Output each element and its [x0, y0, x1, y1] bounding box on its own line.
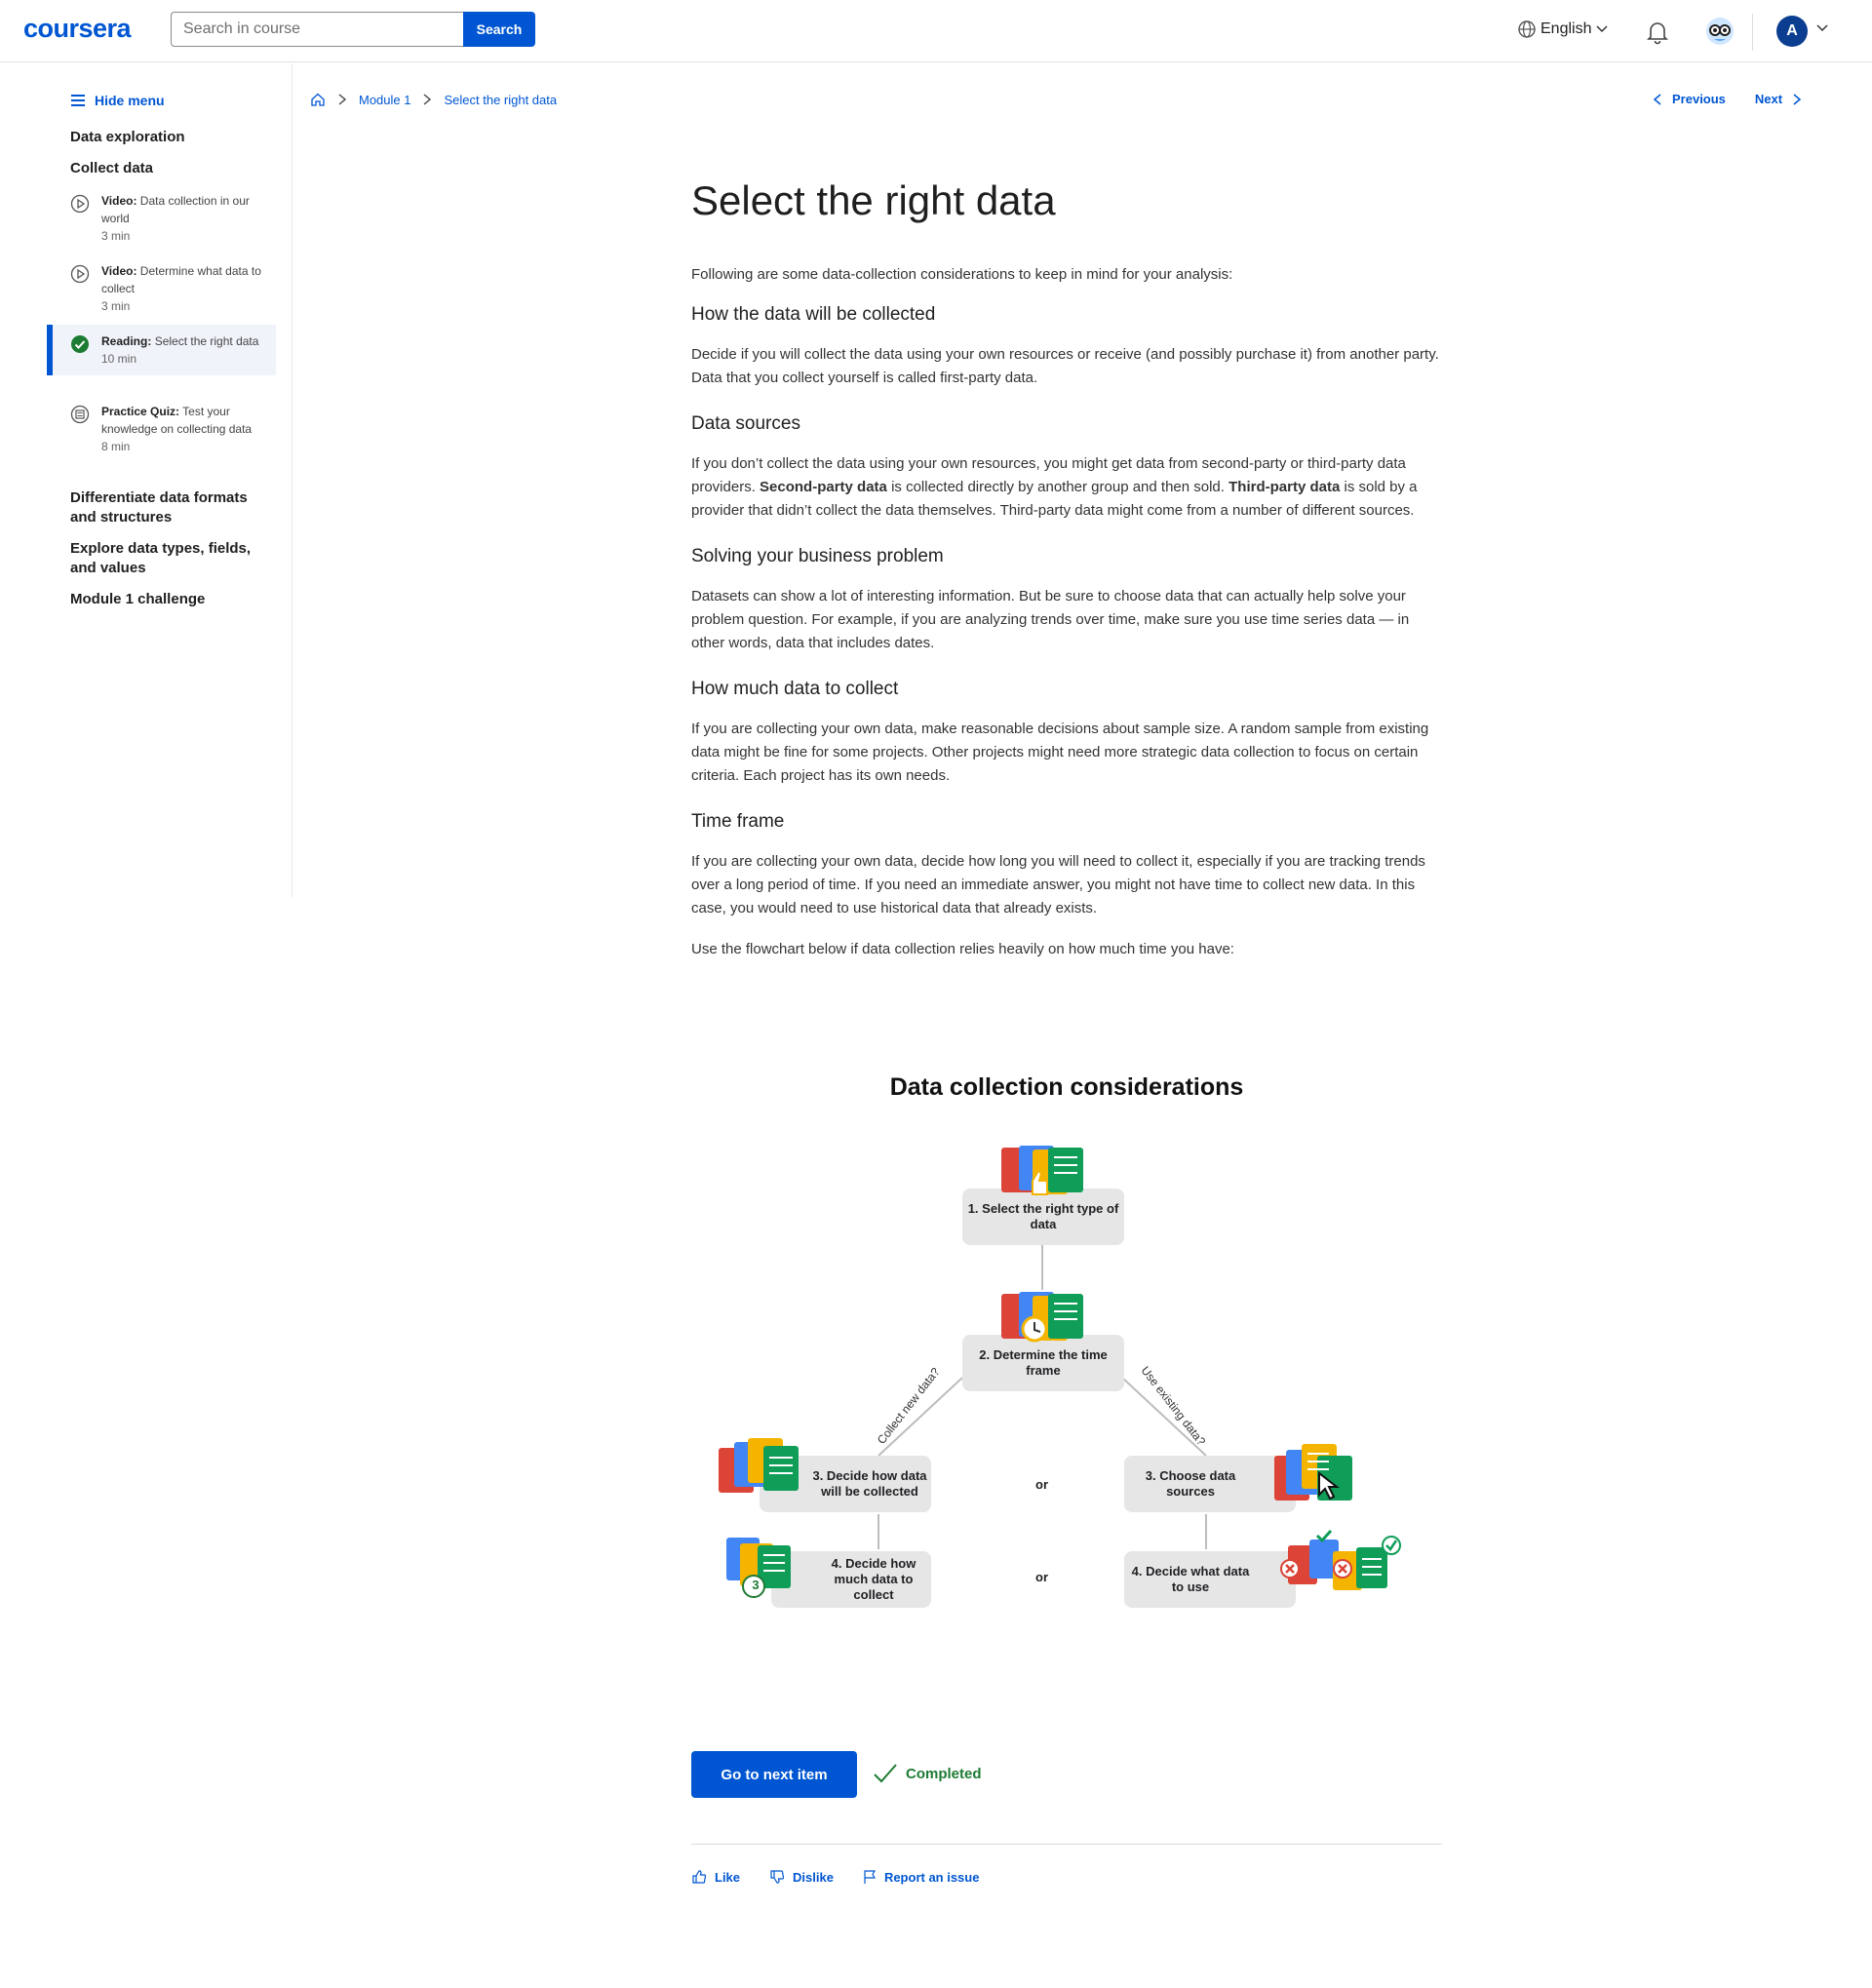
dislike-label: Dislike [793, 1869, 834, 1885]
sidebar-section-data-formats[interactable]: Differentiate data formats and structure… [70, 488, 265, 527]
bold-term: Third-party data [1228, 479, 1341, 495]
item-duration: 8 min [101, 440, 131, 453]
quiz-icon [70, 405, 90, 424]
sidebar-section-collect-data[interactable]: Collect data [70, 159, 265, 178]
item-title: Select the right data [154, 334, 259, 348]
or-label: or [1035, 1570, 1048, 1584]
item-type: Video: [101, 194, 137, 208]
sidebar-section-data-exploration[interactable]: Data exploration [70, 128, 265, 147]
sidebar-item-practice-quiz[interactable]: Practice Quiz: Test your knowledge on co… [47, 395, 276, 463]
item-duration: 3 min [101, 299, 131, 313]
report-issue-button[interactable]: Report an issue [863, 1869, 980, 1885]
divider [691, 1844, 1442, 1845]
sidebar-item-reading-select-data[interactable]: Reading: Select the right data 10 min [47, 325, 276, 375]
section-heading: Solving your business problem [691, 546, 944, 566]
step-choose-data-sources: 3. Choose data sources [1124, 1456, 1296, 1512]
chevron-right-icon [424, 94, 432, 105]
section-heading: Data sources [691, 413, 800, 434]
flag-icon [864, 1870, 876, 1884]
chevron-right-icon [338, 94, 347, 105]
documents-clock-icon [1001, 1292, 1083, 1343]
go-to-next-item-button[interactable]: Go to next item [691, 1751, 857, 1798]
chevron-left-icon [1653, 93, 1661, 105]
header-divider [1752, 14, 1753, 51]
count-badge: 3 [752, 1578, 760, 1592]
completed-label: Completed [906, 1765, 982, 1782]
breadcrumb: Module 1 Select the right data [310, 92, 557, 107]
or-label: or [1035, 1477, 1048, 1492]
user-avatar[interactable]: A [1776, 16, 1808, 47]
previous-label: Previous [1672, 92, 1726, 106]
next-label: Next [1754, 92, 1783, 106]
text-run: is collected directly by another group a… [886, 479, 1229, 495]
menu-icon [71, 95, 85, 106]
documents-cursor-icon [1274, 1444, 1352, 1501]
section-heading: How the data will be collected [691, 304, 936, 325]
top-navigation-bar: coursera Search English A [0, 0, 1872, 62]
section-paragraph: Decide if you will collect the data usin… [691, 346, 1439, 386]
flowchart-intro: Use the flowchart below if data collecti… [691, 941, 1234, 957]
language-label: English [1540, 20, 1592, 37]
hide-menu-button[interactable]: Hide menu [71, 93, 165, 108]
section-paragraph: If you are collecting your own data, mak… [691, 721, 1429, 784]
item-type: Reading: [101, 334, 152, 348]
item-type: Video: [101, 264, 137, 278]
feedback-actions: Like Dislike Report an issue [691, 1869, 979, 1885]
breadcrumb-module[interactable]: Module 1 [359, 93, 410, 107]
item-type: Practice Quiz: [101, 405, 180, 418]
item-duration: 3 min [101, 229, 131, 243]
thumbs-down-icon [770, 1870, 785, 1884]
sidebar-section-module-challenge[interactable]: Module 1 challenge [70, 590, 265, 609]
section-paragraph: If you are collecting your own data, dec… [691, 853, 1425, 916]
like-label: Like [715, 1869, 741, 1885]
section-paragraph: Datasets can show a lot of interesting i… [691, 588, 1410, 651]
thumbs-up-icon [692, 1870, 707, 1884]
home-icon[interactable] [310, 92, 326, 107]
section-heading: Time frame [691, 811, 785, 832]
reading-content: Select the right data Following are some… [691, 175, 1442, 979]
flowchart-diagram: Data collection considerations 1. Select… [691, 1068, 1442, 1623]
documents-count-icon [726, 1538, 791, 1598]
search-input[interactable] [171, 12, 463, 47]
sidebar-section-data-types[interactable]: Explore data types, fields, and values [70, 539, 265, 578]
globe-icon [1518, 20, 1536, 38]
language-selector[interactable]: English [1517, 19, 1609, 39]
section-heading: How much data to collect [691, 679, 899, 699]
page-title: Select the right data [691, 177, 1056, 223]
notifications-bell-icon[interactable] [1646, 19, 1669, 45]
item-duration: 10 min [101, 352, 137, 366]
coach-assistant-icon[interactable] [1704, 16, 1736, 47]
item-navigation: Previous Next [1653, 92, 1802, 106]
like-button[interactable]: Like [691, 1869, 740, 1885]
course-sidebar: Hide menu Data exploration Collect data … [0, 63, 292, 897]
checkmark-icon [874, 1764, 897, 1783]
next-button[interactable]: Next [1755, 92, 1802, 106]
previous-button[interactable]: Previous [1653, 92, 1726, 106]
search-button[interactable]: Search [463, 12, 535, 47]
breadcrumb-current[interactable]: Select the right data [444, 93, 557, 107]
play-icon [70, 264, 90, 284]
check-circle-icon [71, 335, 89, 353]
documents-select-check-icon [1280, 1530, 1401, 1590]
completed-status: Completed [873, 1763, 982, 1784]
documents-stack-icon [719, 1438, 799, 1493]
chevron-right-icon [1793, 93, 1802, 105]
coursera-logo[interactable]: coursera [23, 14, 132, 44]
intro-paragraph: Following are some data-collection consi… [691, 266, 1233, 283]
sidebar-item-video-data-collection[interactable]: Video: Data collection in our world 3 mi… [47, 184, 276, 253]
hide-menu-label: Hide menu [95, 93, 165, 108]
step-decide-what-to-use: 4. Decide what data to use [1124, 1551, 1296, 1608]
chevron-down-icon[interactable] [1815, 23, 1829, 33]
sidebar-item-video-determine-data[interactable]: Video: Determine what data to collect 3 … [47, 254, 276, 323]
documents-thumbs-up-icon [1001, 1146, 1083, 1195]
play-icon [70, 194, 90, 214]
dislike-button[interactable]: Dislike [769, 1869, 834, 1885]
section-paragraph: If you don’t collect the data using your… [691, 452, 1442, 523]
report-label: Report an issue [883, 1869, 980, 1885]
chevron-down-icon [1596, 25, 1609, 33]
bold-term: Second-party data [760, 479, 887, 495]
